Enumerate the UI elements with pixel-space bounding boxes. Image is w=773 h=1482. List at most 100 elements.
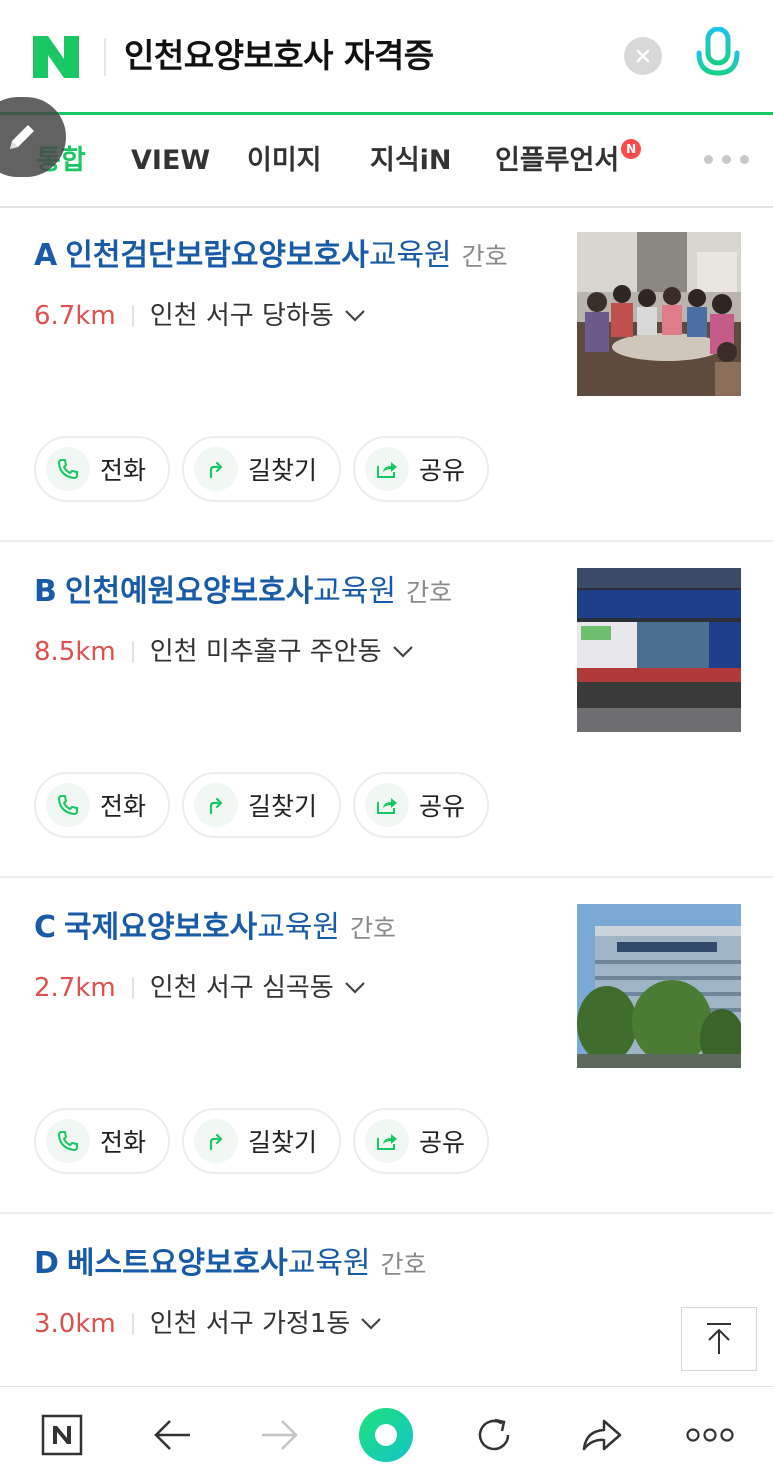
microphone-icon <box>696 27 740 85</box>
forward-arrow-icon <box>262 1420 298 1450</box>
place-meta: 2.7km 인천 서구 심곡동 <box>34 968 366 1008</box>
place-name-prefix: 인천예원 <box>64 574 176 609</box>
back-arrow-icon <box>154 1420 190 1450</box>
tab-knowledge-in[interactable]: 지식iN <box>370 141 452 181</box>
place-address[interactable]: 인천 미추홀구 주안동 <box>150 632 382 672</box>
forward-button[interactable] <box>252 1407 308 1463</box>
chevron-down-icon[interactable] <box>392 645 414 659</box>
share-icon <box>582 1419 622 1451</box>
share-button[interactable]: 공유 <box>353 1108 490 1174</box>
place-distance: 3.0km <box>34 1309 116 1339</box>
tab-influencer-label: 인플루언서 <box>495 145 620 176</box>
more-button[interactable] <box>682 1407 738 1463</box>
place-name-suffix: 교육원 <box>313 574 397 609</box>
directions-button[interactable]: 길찾기 <box>182 772 342 838</box>
share-page-button[interactable] <box>574 1407 630 1463</box>
place-name-keyword: 요양보호사 <box>230 238 369 273</box>
chevron-down-icon[interactable] <box>344 981 366 995</box>
share-icon <box>365 1119 410 1163</box>
share-label: 공유 <box>419 792 466 821</box>
naver-home-icon <box>41 1414 83 1456</box>
place-name-keyword: 요양보호사 <box>175 574 314 609</box>
place-address[interactable]: 인천 서구 가정1동 <box>150 1304 351 1344</box>
directions-icon <box>194 1119 239 1163</box>
directions-label: 길찾기 <box>248 456 318 485</box>
directions-button[interactable]: 길찾기 <box>182 1108 342 1174</box>
place-distance: 8.5km <box>34 637 116 667</box>
share-icon <box>365 447 410 491</box>
chevron-down-icon[interactable] <box>360 1317 382 1331</box>
place-category: 간호 <box>380 1250 427 1279</box>
place-title[interactable]: A 인천검단보람요양보호사교육원 간호 <box>34 234 508 279</box>
search-input[interactable]: 인천요양보호사 자격증 <box>124 30 434 82</box>
place-result-a: A 인천검단보람요양보호사교육원 간호 6.7km 인천 서구 당하동 전화 길… <box>0 208 773 542</box>
place-name-suffix: 교육원 <box>257 910 341 945</box>
share-button[interactable]: 공유 <box>353 436 490 502</box>
place-letter: C <box>34 910 57 945</box>
place-thumbnail[interactable] <box>577 232 741 396</box>
call-label: 전화 <box>100 792 147 821</box>
place-letter: B <box>34 574 57 609</box>
place-thumbnail[interactable] <box>577 904 741 1068</box>
close-icon <box>636 49 650 63</box>
place-name-prefix: 인천검단보람 <box>65 238 231 273</box>
call-label: 전화 <box>100 1128 147 1157</box>
more-tabs-icon[interactable] <box>704 155 749 164</box>
pencil-icon <box>10 125 34 149</box>
place-name-keyword: 요양보호사 <box>119 910 258 945</box>
voice-search-button[interactable] <box>692 26 744 86</box>
chevron-down-icon[interactable] <box>344 309 366 323</box>
call-label: 전화 <box>100 456 147 485</box>
place-letter: A <box>34 238 58 273</box>
building-exterior-image <box>577 904 741 1068</box>
meta-divider <box>131 641 134 663</box>
place-name-suffix: 교육원 <box>368 238 452 273</box>
phone-icon <box>46 447 90 491</box>
place-title[interactable]: C 국제요양보호사교육원 간호 <box>34 906 396 951</box>
place-actions: 전화 길찾기 공유 <box>34 436 490 502</box>
place-category: 간호 <box>406 578 453 607</box>
group-photo-image <box>577 232 741 396</box>
call-button[interactable]: 전화 <box>34 436 171 502</box>
directions-icon <box>194 447 239 491</box>
new-badge: N <box>621 139 642 159</box>
clear-search-button[interactable] <box>624 37 662 75</box>
building-signboard-image <box>577 568 741 732</box>
phone-icon <box>46 1119 90 1163</box>
place-distance: 2.7km <box>34 973 116 1003</box>
place-title[interactable]: B 인천예원요양보호사교육원 간호 <box>34 570 452 615</box>
phone-icon <box>46 783 90 827</box>
search-divider <box>104 38 106 76</box>
directions-icon <box>194 783 239 827</box>
place-name-suffix: 교육원 <box>287 1246 371 1281</box>
naver-logo[interactable] <box>30 34 82 80</box>
scroll-to-top-button[interactable] <box>681 1307 757 1371</box>
share-button[interactable]: 공유 <box>353 772 490 838</box>
back-button[interactable] <box>144 1407 200 1463</box>
meta-divider <box>131 977 134 999</box>
place-actions: 전화 길찾기 공유 <box>34 772 490 838</box>
search-header: 인천요양보호사 자격증 <box>0 0 773 114</box>
place-letter: D <box>34 1246 59 1281</box>
place-thumbnail[interactable] <box>577 568 741 732</box>
place-distance: 6.7km <box>34 301 116 331</box>
more-icon <box>686 1428 734 1442</box>
refresh-button[interactable] <box>466 1407 522 1463</box>
place-name-prefix: 베스트 <box>66 1246 150 1281</box>
place-address[interactable]: 인천 서구 당하동 <box>150 296 334 336</box>
tab-influencer[interactable]: 인플루언서 N <box>495 139 642 181</box>
call-button[interactable]: 전화 <box>34 772 171 838</box>
place-title[interactable]: D 베스트요양보호사교육원 간호 <box>34 1242 427 1287</box>
share-icon <box>365 783 410 827</box>
green-dot-button[interactable] <box>358 1407 414 1463</box>
place-category: 간호 <box>350 914 397 943</box>
call-button[interactable]: 전화 <box>34 1108 171 1174</box>
directions-button[interactable]: 길찾기 <box>182 436 342 502</box>
place-actions: 전화 길찾기 공유 <box>34 1108 490 1174</box>
naver-home-button[interactable] <box>34 1407 90 1463</box>
browser-bottom-nav <box>0 1386 773 1482</box>
tab-view[interactable]: VIEW <box>131 141 210 181</box>
directions-label: 길찾기 <box>248 1128 318 1157</box>
tab-images[interactable]: 이미지 <box>247 141 322 181</box>
place-address[interactable]: 인천 서구 심곡동 <box>150 968 334 1008</box>
